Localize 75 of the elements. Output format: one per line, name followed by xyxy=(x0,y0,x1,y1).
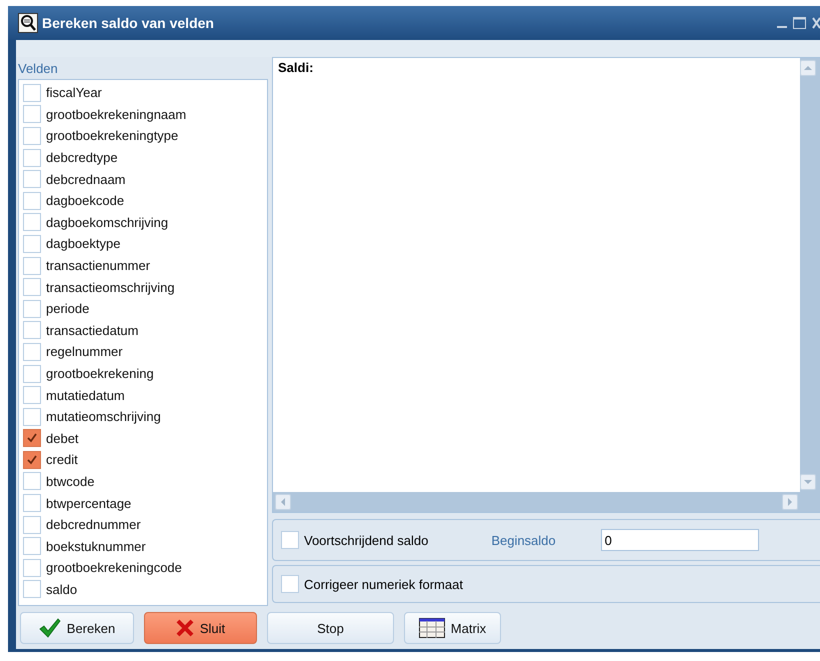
checkbox[interactable] xyxy=(281,575,299,593)
field-label[interactable]: debet xyxy=(46,430,79,446)
checkbox[interactable] xyxy=(281,531,299,549)
checkbox[interactable] xyxy=(23,105,41,124)
window-title: Bereken saldo van velden xyxy=(42,15,215,31)
checkbox[interactable] xyxy=(23,148,41,167)
field-label[interactable]: fiscalYear xyxy=(46,85,102,100)
field-label[interactable]: dagboektype xyxy=(46,236,120,252)
checkbox[interactable] xyxy=(23,213,41,232)
field-label[interactable]: btwpercentage xyxy=(46,496,132,511)
vertical-scrollbar[interactable] xyxy=(800,58,820,512)
grid-icon xyxy=(418,618,445,638)
field-label[interactable]: grootboekrekeningtype xyxy=(46,128,178,144)
field-label[interactable]: transactieomschrijving xyxy=(46,280,175,295)
checkbox[interactable] xyxy=(23,558,41,577)
scroll-left-icon[interactable] xyxy=(275,494,291,510)
check-icon xyxy=(26,454,38,466)
field-label[interactable]: dagboekcode xyxy=(46,193,124,208)
list-label: Velden xyxy=(18,60,59,78)
check-icon xyxy=(26,432,38,444)
checkbox[interactable] xyxy=(23,170,41,188)
calculate-button[interactable]: Bereken xyxy=(20,612,134,644)
checkbox[interactable] xyxy=(23,84,41,102)
option-label[interactable]: Corrigeer numeriek formaat xyxy=(304,576,463,592)
field-label[interactable]: mutatiedatum xyxy=(46,388,125,403)
field-label[interactable]: transactiedatum xyxy=(46,322,138,338)
checkbox[interactable] xyxy=(23,256,41,275)
maximize-icon[interactable] xyxy=(793,17,806,29)
field-label[interactable]: periode xyxy=(46,301,90,316)
field-label[interactable]: btwcode xyxy=(46,474,94,489)
field-label[interactable]: grootboekrekening xyxy=(46,366,154,382)
field-label[interactable]: regelnummer xyxy=(46,344,123,360)
field-label[interactable]: grootboekrekeningcode xyxy=(46,560,182,576)
close-button[interactable]: Sluit xyxy=(144,612,257,644)
results-heading: Saldi: xyxy=(278,60,314,75)
checkbox[interactable] xyxy=(23,300,41,318)
checkbox[interactable] xyxy=(23,386,41,404)
checkbox[interactable] xyxy=(23,472,41,490)
field-label[interactable]: dagboekomschrijving xyxy=(46,214,168,230)
checkbox[interactable] xyxy=(23,494,41,512)
stop-button[interactable]: Stop xyxy=(267,612,394,644)
checkbox[interactable] xyxy=(23,278,41,296)
close-window-icon[interactable] xyxy=(812,17,820,29)
scroll-up-icon[interactable] xyxy=(800,60,816,76)
matrix-button[interactable]: Matrix xyxy=(404,612,501,644)
close-icon xyxy=(176,619,194,637)
checkbox[interactable] xyxy=(23,192,41,210)
field-label[interactable]: grootboekrekeningnaam xyxy=(46,106,186,122)
field-label[interactable]: transactienummer xyxy=(46,258,150,274)
checkmark-icon xyxy=(38,618,61,638)
field-label[interactable]: debcrednaam xyxy=(46,172,126,187)
checkbox[interactable] xyxy=(23,450,41,469)
scroll-down-icon[interactable] xyxy=(800,474,816,490)
field-label[interactable]: credit xyxy=(46,452,78,468)
magnifier-icon xyxy=(18,13,38,33)
checkbox[interactable] xyxy=(23,537,41,556)
checkbox[interactable] xyxy=(23,126,41,145)
checkbox[interactable] xyxy=(23,408,41,426)
option-label[interactable]: Voortschrijdend saldo xyxy=(304,532,428,548)
field-label[interactable]: debcrednummer xyxy=(46,517,141,532)
field-label[interactable]: boekstuknummer xyxy=(46,538,146,554)
scroll-right-icon[interactable] xyxy=(782,494,798,510)
checkbox[interactable] xyxy=(23,580,41,598)
checkbox[interactable] xyxy=(23,342,41,361)
checkbox[interactable] xyxy=(23,364,41,383)
field-label[interactable]: saldo xyxy=(46,582,78,597)
checkbox[interactable] xyxy=(23,234,41,253)
checkbox[interactable] xyxy=(23,429,41,448)
input-field[interactable]: 0 xyxy=(600,529,759,551)
horizontal-scrollbar[interactable] xyxy=(273,492,800,512)
checkbox[interactable] xyxy=(23,321,41,340)
field-label[interactable]: mutatieomschrijving xyxy=(46,409,161,424)
field-label: Beginsaldo xyxy=(491,532,556,548)
checkbox[interactable] xyxy=(23,516,41,534)
field-label[interactable]: debcredtype xyxy=(46,150,118,166)
